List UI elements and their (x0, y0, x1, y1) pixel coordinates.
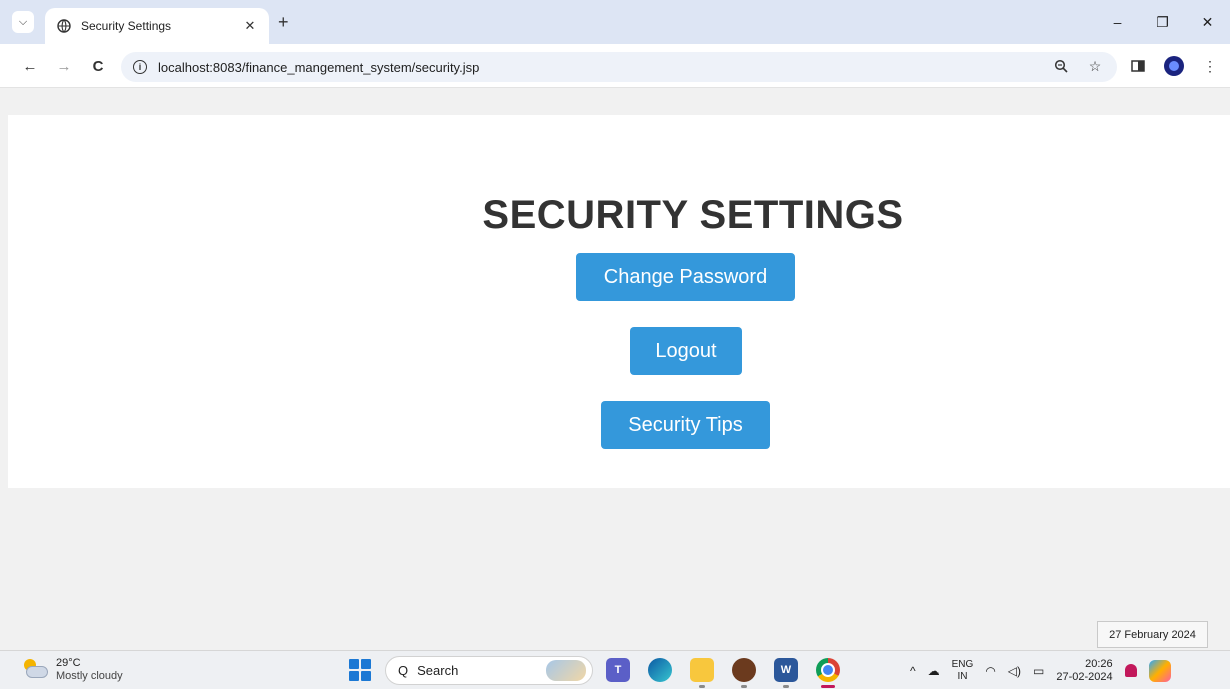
tab-search-menu-button[interactable]: ⌵ (12, 11, 34, 33)
chevron-down-icon: ⌵ (18, 15, 28, 28)
zoom-icon[interactable] (1051, 56, 1071, 76)
show-hidden-icons-chevron[interactable]: ^ (910, 664, 916, 678)
edge-icon[interactable] (648, 658, 672, 682)
tab-title: Security Settings (81, 19, 172, 33)
windows-taskbar: 29°C Mostly cloudy Q Search T W ^ ☁ ENG … (0, 650, 1230, 689)
url-text[interactable]: localhost:8083/finance_mangement_system/… (158, 60, 479, 75)
weather-widget[interactable]: 29°C Mostly cloudy (22, 657, 123, 683)
active-app-indicator (821, 685, 835, 688)
browser-tab-strip: ⌵ Security Settings ✕ + – ❐ ✕ (0, 0, 1230, 44)
security-tips-button[interactable]: Security Tips (601, 401, 770, 449)
window-controls: – ❐ ✕ (1095, 0, 1230, 44)
restore-button[interactable]: ❐ (1140, 0, 1185, 44)
content-panel: SECURITY SETTINGS Change Password Logout… (8, 115, 1230, 488)
logout-button[interactable]: Logout (630, 327, 742, 375)
taskbar-search-box[interactable]: Q Search (385, 656, 593, 685)
clock-time: 20:26 (1085, 657, 1113, 670)
running-indicator (783, 685, 789, 688)
toolbar-actions: ⋮ (1126, 54, 1222, 78)
copilot-icon[interactable] (1148, 659, 1171, 682)
system-tray: ^ ☁ ENG IN ◠ ◁) ▭ 20:26 27-02-2024 (910, 655, 1171, 686)
address-bar[interactable]: i localhost:8083/finance_mangement_syste… (121, 52, 1117, 82)
page-body: SECURITY SETTINGS Change Password Logout… (0, 89, 1230, 650)
new-tab-button[interactable]: + (278, 12, 289, 33)
windows-start-icon[interactable] (349, 659, 371, 681)
close-tab-icon[interactable]: ✕ (241, 18, 259, 34)
omnibox-actions: ☆ (1051, 56, 1105, 76)
partly-cloudy-icon (22, 659, 48, 681)
clock-date: 27-02-2024 (1056, 670, 1113, 683)
running-indicator (699, 685, 705, 688)
battery-icon[interactable]: ▭ (1033, 664, 1044, 678)
bookmark-star-icon[interactable]: ☆ (1085, 56, 1105, 76)
globe-icon (57, 19, 71, 33)
word-icon[interactable]: W (774, 658, 798, 682)
running-indicator (741, 685, 747, 688)
minimize-button[interactable]: – (1095, 0, 1140, 44)
search-icon: Q (398, 663, 409, 678)
browser-toolbar: ← → C i localhost:8083/finance_mangement… (0, 44, 1230, 88)
profile-avatar[interactable] (1162, 54, 1186, 78)
date-tooltip: 27 February 2024 (1097, 621, 1208, 648)
game-app-icon[interactable] (732, 658, 756, 682)
system-clock[interactable]: 20:26 27-02-2024 (1056, 658, 1112, 684)
notification-bell-icon[interactable] (1124, 664, 1137, 677)
file-explorer-icon[interactable] (690, 658, 714, 682)
more-menu-icon[interactable]: ⋮ (1198, 54, 1222, 78)
chrome-icon[interactable] (816, 658, 840, 682)
search-label: Search (417, 663, 459, 678)
teams-icon[interactable]: T (606, 658, 630, 682)
forward-button[interactable]: → (52, 54, 76, 78)
language-indicator[interactable]: ENG IN (952, 659, 974, 683)
browser-tab-security-settings[interactable]: Security Settings ✕ (45, 8, 269, 44)
page-title: SECURITY SETTINGS (482, 193, 904, 237)
weather-description: Mostly cloudy (56, 670, 123, 682)
onedrive-cloud-icon[interactable]: ☁ (928, 664, 940, 678)
reload-button[interactable]: C (86, 54, 110, 78)
close-window-button[interactable]: ✕ (1185, 0, 1230, 44)
weather-temperature: 29°C (56, 657, 81, 669)
search-highlight-image (546, 660, 586, 681)
change-password-button[interactable]: Change Password (576, 253, 795, 301)
volume-icon[interactable]: ◁) (1008, 664, 1021, 678)
site-info-icon[interactable]: i (133, 60, 147, 74)
wifi-icon[interactable]: ◠ (985, 664, 995, 678)
side-panel-icon[interactable] (1126, 54, 1150, 78)
back-button[interactable]: ← (18, 54, 42, 78)
region-code: IN (957, 670, 968, 682)
language-code: ENG (951, 658, 974, 670)
